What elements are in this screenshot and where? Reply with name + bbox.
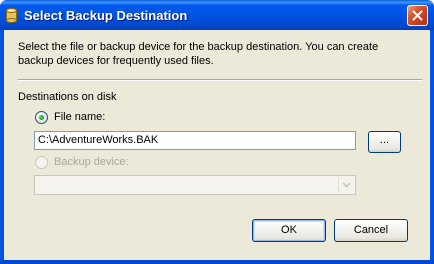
separator [18,79,422,81]
close-icon [412,10,423,21]
dropdown-button[interactable] [338,177,354,193]
title-bar[interactable]: Select Backup Destination [0,0,434,30]
section-label: Destinations on disk [18,91,117,103]
radio-selected-dot [39,115,44,120]
file-name-label[interactable]: File name: [54,111,105,123]
close-button[interactable] [407,5,428,26]
dialog-body: Select the file or backup device for the… [4,30,430,260]
browse-button[interactable]: ... [368,131,401,153]
window-title: Select Backup Destination [24,8,188,23]
backup-device-label[interactable]: Backup device: [54,156,129,168]
dialog-window: Select Backup Destination Select the fil… [0,0,434,264]
backup-device-radio[interactable] [35,156,48,169]
file-name-input[interactable]: C:\AdventureWorks.BAK [34,131,356,150]
cancel-button[interactable]: Cancel [334,219,408,242]
database-cylinder-icon [6,8,17,23]
file-name-radio[interactable] [35,111,48,124]
window-frame-bottom [0,260,434,264]
ok-button[interactable]: OK [252,219,326,242]
description-text: Select the file or backup device for the… [18,41,379,67]
chevron-down-icon [342,182,351,188]
backup-device-dropdown[interactable] [34,175,356,195]
